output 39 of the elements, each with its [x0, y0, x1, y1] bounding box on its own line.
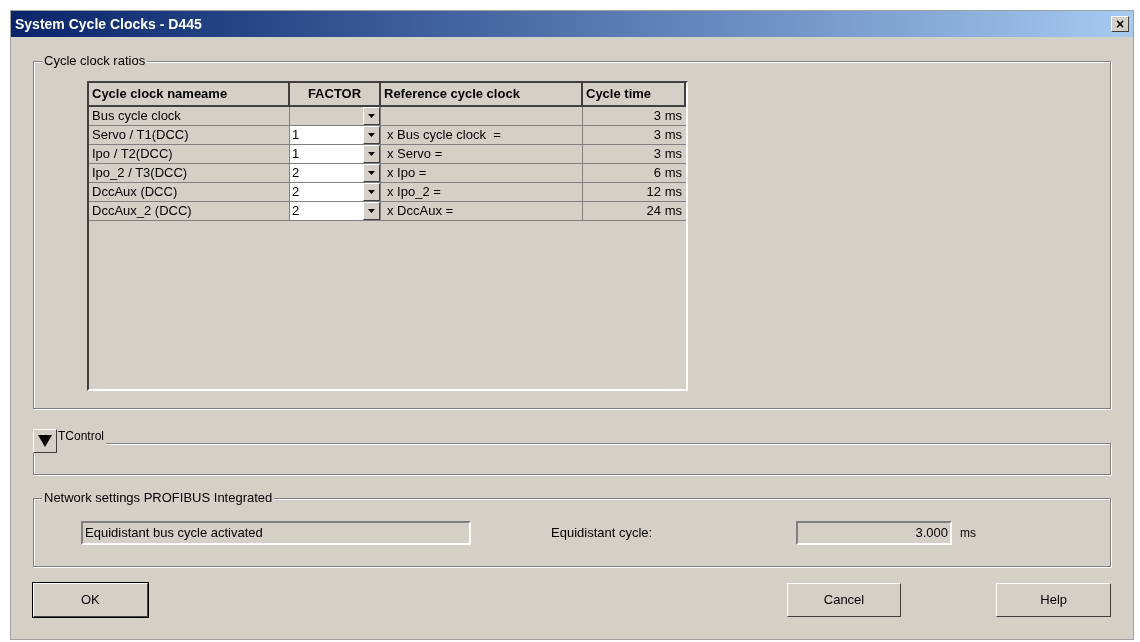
group-title: TControl [57, 429, 105, 443]
cycle-field: 3.000 [796, 520, 952, 545]
close-button[interactable]: × [1111, 16, 1129, 32]
table-cell: x Ipo_2 = [381, 183, 583, 202]
expand-button[interactable] [33, 429, 57, 453]
table-cell: 24 ms [583, 202, 686, 221]
table-cell: Ipo_2 / T3(DCC) [89, 164, 290, 183]
column-header: Cycle time [583, 83, 686, 107]
table-cell: x Ipo = [381, 164, 583, 183]
caret-down-icon [38, 435, 52, 447]
window-title: System Cycle Clocks - D445 [15, 14, 202, 34]
unit-label: ms [960, 524, 976, 542]
ok-button[interactable]: OK [33, 583, 148, 617]
table-cell: 3 ms [583, 107, 686, 126]
group-title: Cycle clock ratios [42, 53, 148, 69]
group-title: Network settings PROFIBUS Integrated [42, 490, 275, 506]
table-cell: DccAux (DCC) [89, 183, 290, 202]
table-cell: x Servo = [381, 145, 583, 164]
help-button[interactable]: Help [996, 583, 1111, 617]
factor-dropdown[interactable]: 2 [290, 202, 381, 221]
field-label: Equidistant cycle: [551, 523, 654, 542]
factor-dropdown[interactable]: 1 [290, 145, 381, 164]
factor-dropdown[interactable]: 1 [290, 126, 381, 145]
table-cell: x Bus cycle clock = [381, 126, 583, 145]
cancel-button[interactable]: Cancel [786, 583, 902, 617]
table-cell: Ipo / T2(DCC) [89, 145, 290, 164]
table-cell: 3 ms [583, 126, 686, 145]
factor-dropdown[interactable]: 2 [290, 164, 381, 183]
table-cell: 12 ms [583, 183, 686, 202]
column-header: Cycle clock nameame [89, 83, 290, 107]
table-cell: Servo / T1(DCC) [89, 126, 290, 145]
factor-dropdown[interactable]: 2 [290, 183, 381, 202]
column-header: Reference cycle clock [381, 83, 583, 107]
table-cell: DccAux_2 (DCC) [89, 202, 290, 221]
table-cell: 3 ms [583, 145, 686, 164]
status-field: Equidistant bus cycle activated [81, 520, 471, 545]
table-cell: 6 ms [583, 164, 686, 183]
table-cell: x DccAux = [381, 202, 583, 221]
table-cell: Bus cycle clock [89, 107, 290, 126]
